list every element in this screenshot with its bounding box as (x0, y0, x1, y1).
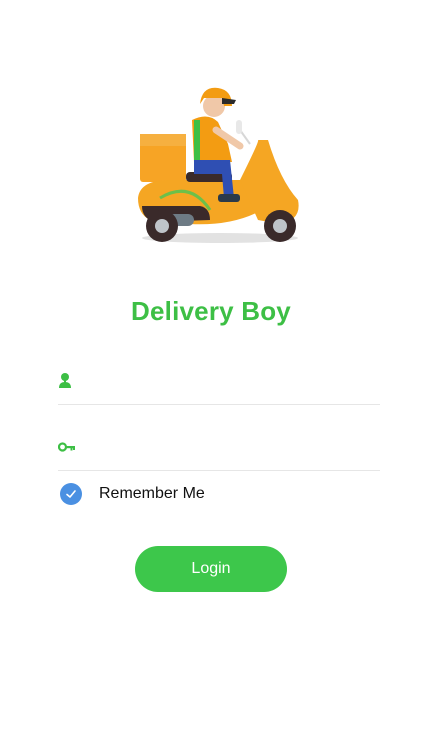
login-button[interactable]: Login (135, 546, 287, 592)
user-icon (58, 372, 76, 390)
password-input[interactable] (88, 434, 380, 464)
key-icon (57, 438, 76, 456)
username-field[interactable] (58, 364, 380, 405)
password-field[interactable] (57, 430, 380, 471)
remember-me-label: Remember Me (99, 485, 205, 502)
username-input[interactable] (88, 368, 380, 398)
delivery-scooter-illustration (130, 80, 310, 250)
app-title: Delivery Boy (131, 296, 291, 326)
remember-me-row[interactable]: Remember Me (60, 482, 205, 506)
checkmark-icon (66, 490, 76, 498)
remember-me-checkbox[interactable] (60, 483, 82, 505)
